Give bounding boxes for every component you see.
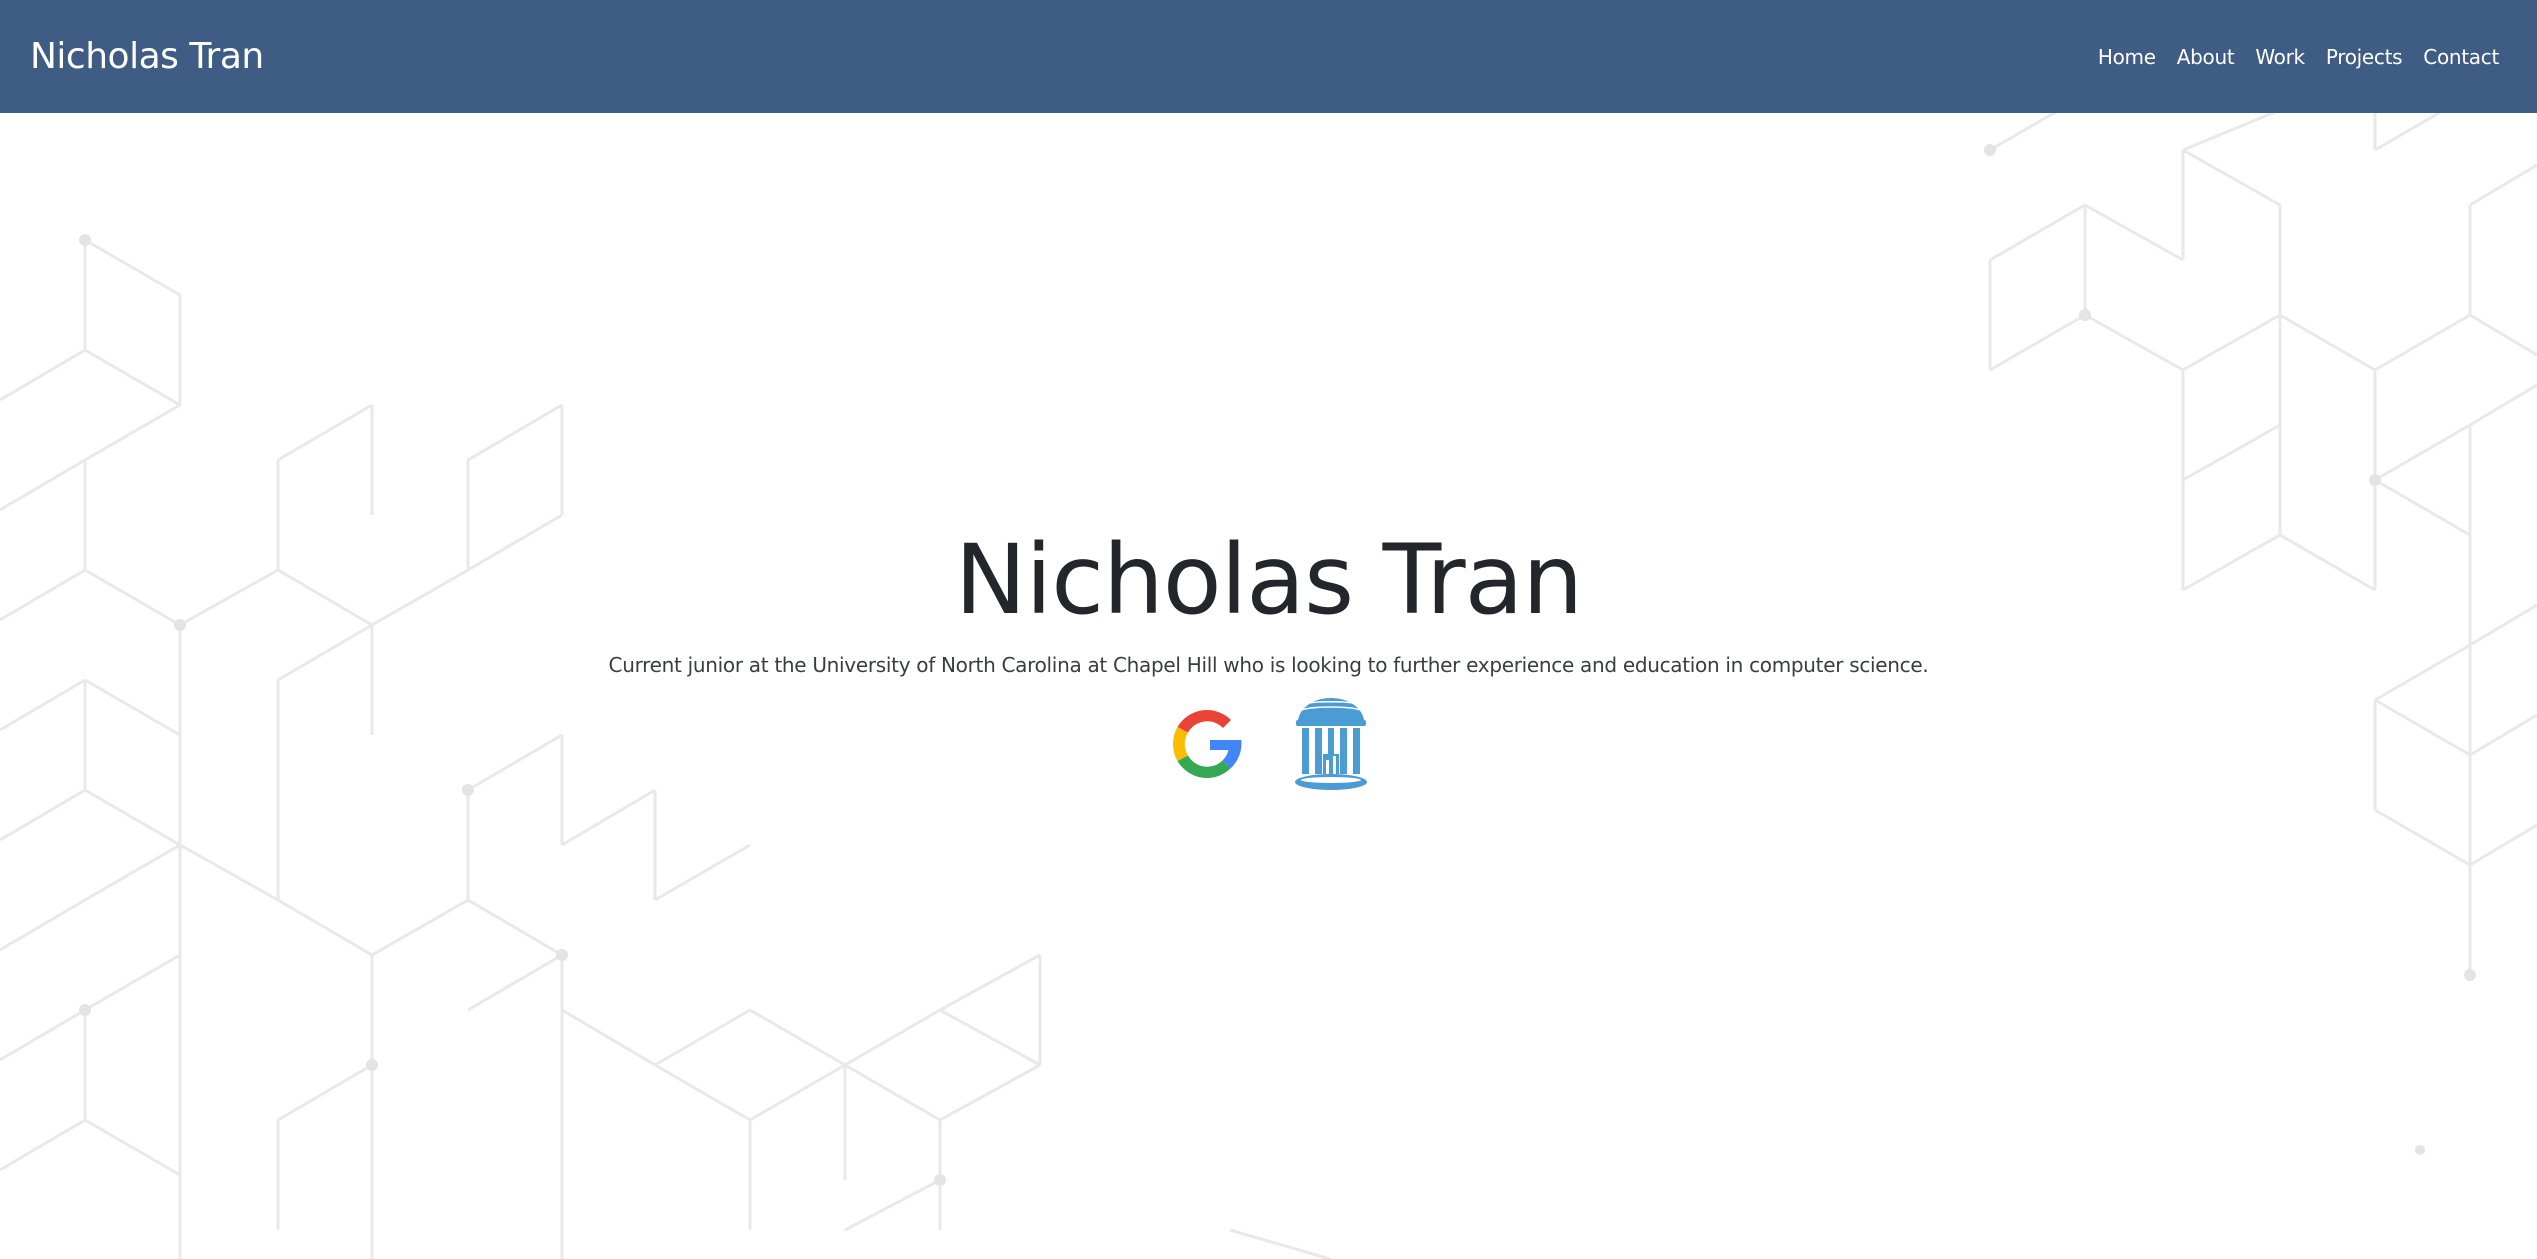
brand-link[interactable]: Nicholas Tran [30,36,264,77]
hero-subtitle: Current junior at the University of Nort… [608,653,1929,677]
affiliation-logos [0,696,2537,792]
nav-link-home[interactable]: Home [2098,45,2156,69]
nav-link-contact[interactable]: Contact [2423,45,2499,69]
page: Nicholas Tran Home About Work Projects C… [0,0,2537,1259]
nav-link-work[interactable]: Work [2255,45,2305,69]
google-logo-icon[interactable] [1169,696,1245,792]
hero-title: Nicholas Tran [954,524,1584,636]
hero-section: Nicholas Tran Current junior at the Univ… [0,520,2537,792]
nav-links: Home About Work Projects Contact [2098,45,2499,69]
nav-link-projects[interactable]: Projects [2326,45,2403,69]
nav-link-about[interactable]: About [2177,45,2235,69]
top-navbar: Nicholas Tran Home About Work Projects C… [0,0,2537,113]
unc-old-well-icon[interactable] [1293,696,1369,792]
